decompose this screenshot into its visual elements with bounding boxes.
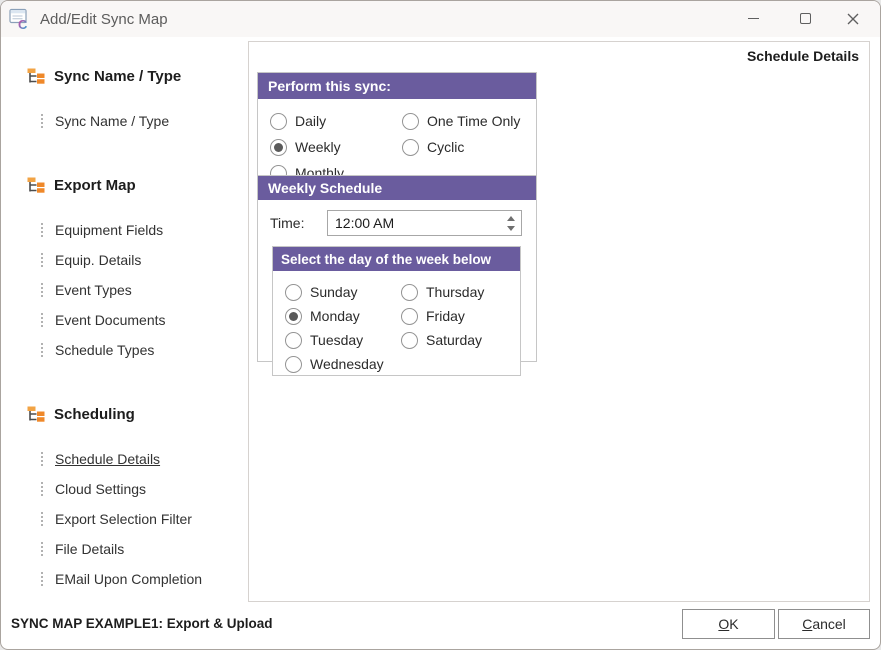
grip-dots-icon [41,313,43,327]
sidebar-item-equipment-fields[interactable]: Equipment Fields [41,217,163,243]
radio-saturday[interactable]: Saturday [401,332,520,349]
schedule-details-panel: Schedule Details Perform this sync: Dail… [248,41,870,602]
minimize-button[interactable] [730,1,776,36]
sidebar-item-label: File Details [55,541,124,557]
radio-wednesday[interactable]: Wednesday [285,356,401,373]
radio-friday[interactable]: Friday [401,308,520,325]
title-bar: C Add/Edit Sync Map [1,1,880,37]
tree-node-icon [27,406,45,423]
group-header: Weekly Schedule [258,176,536,200]
app-icon: C [9,8,31,30]
grip-dots-icon [41,482,43,496]
radio-icon [270,113,287,130]
grip-dots-icon [41,114,43,128]
sidebar-item-event-types[interactable]: Event Types [41,277,132,303]
radio-icon [401,308,418,325]
dialog-add-edit-sync-map: C Add/Edit Sync Map Sync Name / Type Sy [0,0,881,650]
radio-tuesday[interactable]: Tuesday [285,332,401,349]
sidebar-item-export-selection-filter[interactable]: Export Selection Filter [41,506,192,532]
radio-weekly[interactable]: Weekly [270,139,402,156]
page-title: Schedule Details [747,48,859,64]
sidebar-section-sync-name-type[interactable]: Sync Name / Type [27,63,181,89]
sidebar-item-label: Event Documents [55,312,166,328]
radio-icon [402,113,419,130]
close-icon [847,13,859,25]
radio-icon [285,332,302,349]
perform-sync-options: Daily One Time Only Weekly Cyclic Monthl… [258,99,536,186]
svg-text:C: C [18,17,28,30]
radio-one-time-only[interactable]: One Time Only [402,113,536,130]
time-spinner[interactable]: 12:00 AM [327,210,522,236]
perform-sync-group: Perform this sync: Daily One Time Only W… [257,72,537,182]
grip-dots-icon [41,512,43,526]
sidebar-item-file-details[interactable]: File Details [41,536,124,562]
close-button[interactable] [830,1,876,36]
group-header: Perform this sync: [258,73,536,99]
radio-icon [285,284,302,301]
tree-node-icon [27,177,45,194]
radio-icon [401,284,418,301]
cancel-button[interactable]: Cancel [778,609,870,639]
grip-dots-icon [41,223,43,237]
sidebar-section-export-map[interactable]: Export Map [27,172,136,198]
radio-icon [402,139,419,156]
time-value[interactable]: 12:00 AM [328,215,501,231]
grip-dots-icon [41,452,43,466]
grip-dots-icon [41,283,43,297]
sidebar-item-label: Cloud Settings [55,481,146,497]
spinner-buttons [501,211,521,235]
radio-cyclic[interactable]: Cyclic [402,139,536,156]
radio-sunday[interactable]: Sunday [285,284,401,301]
sidebar-item-label: Equipment Fields [55,222,163,238]
spin-down-icon[interactable] [507,226,515,231]
ok-button[interactable]: OK [682,609,775,639]
grip-dots-icon [41,343,43,357]
time-label: Time: [270,215,304,231]
sidebar-section-label: Export Map [54,177,136,194]
day-of-week-group: Select the day of the week below Sunday … [272,246,521,376]
spin-up-icon[interactable] [507,216,515,221]
grip-dots-icon [41,542,43,556]
radio-icon [270,139,287,156]
sync-map-name-label: SYNC MAP EXAMPLE1: Export & Upload [11,616,273,631]
radio-icon [401,332,418,349]
radio-daily[interactable]: Daily [270,113,402,130]
maximize-icon [800,13,811,24]
grip-dots-icon [41,253,43,267]
sidebar-section-label: Scheduling [54,406,135,423]
sidebar-item-label: EMail Upon Completion [55,571,202,587]
sidebar-item-cloud-settings[interactable]: Cloud Settings [41,476,146,502]
sidebar-item-schedule-details[interactable]: Schedule Details [41,446,160,472]
window-title: Add/Edit Sync Map [40,11,168,28]
group-header: Select the day of the week below [273,247,520,271]
sidebar-section-label: Sync Name / Type [54,68,181,85]
radio-icon [285,308,302,325]
sidebar-item-label: Schedule Types [55,342,154,358]
sidebar-item-event-documents[interactable]: Event Documents [41,307,166,333]
grip-dots-icon [41,572,43,586]
weekly-schedule-group: Weekly Schedule Time: 12:00 AM Select th… [257,175,537,362]
sidebar-item-equip-details[interactable]: Equip. Details [41,247,141,273]
sidebar-item-label: Event Types [55,282,132,298]
sidebar-item-label: Sync Name / Type [55,113,169,129]
sidebar-item-schedule-types[interactable]: Schedule Types [41,337,154,363]
radio-monday[interactable]: Monday [285,308,401,325]
sidebar-item-label: Export Selection Filter [55,511,192,527]
radio-icon [285,356,302,373]
minimize-icon [748,18,759,20]
maximize-button[interactable] [782,1,828,36]
sidebar-item-sync-name-type[interactable]: Sync Name / Type [41,108,169,134]
sidebar-section-scheduling[interactable]: Scheduling [27,401,135,427]
sidebar-item-email-upon-completion[interactable]: EMail Upon Completion [41,566,202,592]
tree-node-icon [27,68,45,85]
sidebar-item-label: Equip. Details [55,252,141,268]
sidebar-item-label: Schedule Details [55,451,160,467]
day-of-week-options: Sunday Monday Tuesday Wednesday [273,271,520,376]
radio-thursday[interactable]: Thursday [401,284,520,301]
